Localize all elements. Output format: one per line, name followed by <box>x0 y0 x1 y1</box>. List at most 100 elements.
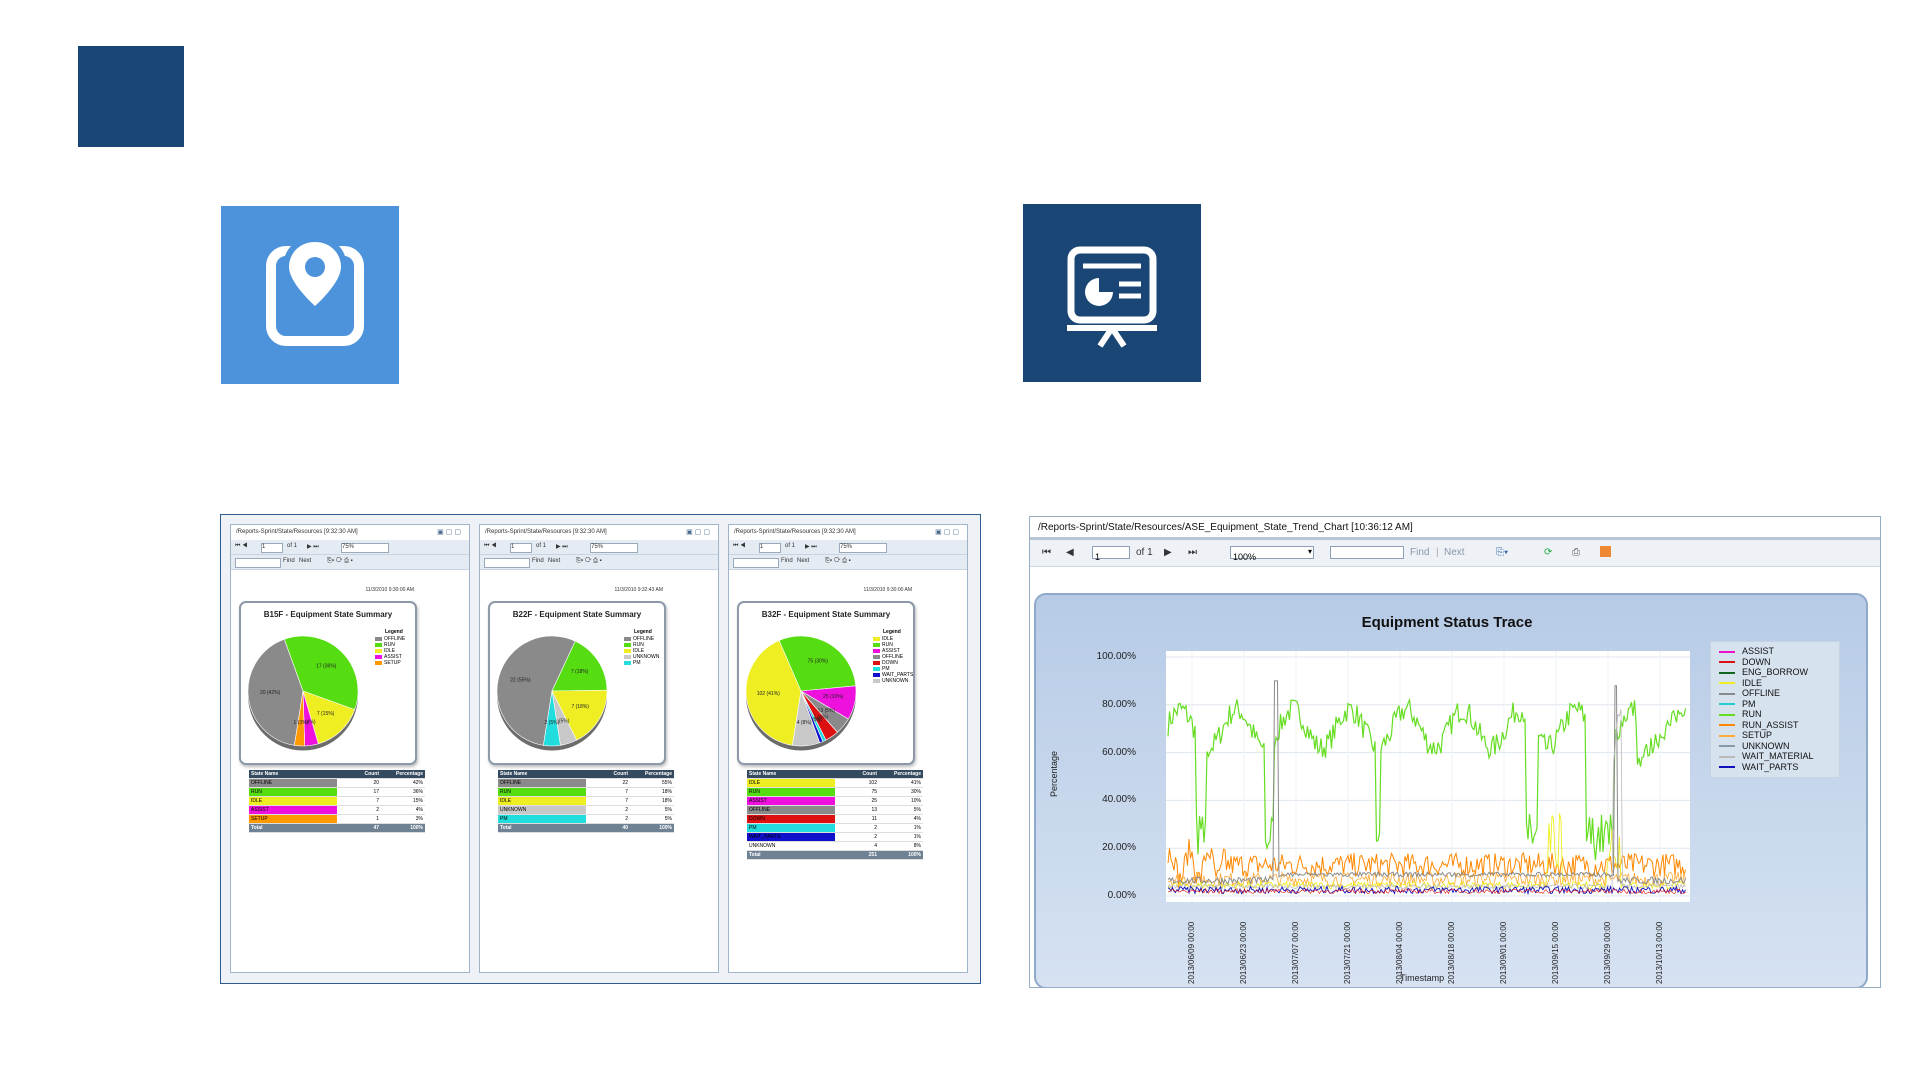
legend-swatch <box>1719 661 1735 664</box>
table-total-row: Total 251 100% <box>747 850 923 860</box>
find-input[interactable] <box>733 558 779 568</box>
next-link[interactable]: Next <box>548 558 560 564</box>
table-header-cell: State Name <box>747 770 835 779</box>
state-name-cell: PM <box>498 814 586 824</box>
legend-swatch <box>1719 766 1735 769</box>
refresh-icon[interactable]: ⟳ <box>1544 547 1552 558</box>
zoom-select[interactable]: 75% <box>341 543 389 553</box>
zoom-select[interactable]: 75% <box>590 543 638 553</box>
slice-label: 75 (30%) <box>808 659 829 665</box>
legend-item: DOWN <box>1719 657 1771 667</box>
percentage-cell: 30% <box>879 787 923 797</box>
export-print-icons[interactable]: ⎘▾ ⟳ ⎙ ▪ <box>825 558 851 565</box>
zoom-select[interactable]: 100% ▾ <box>1230 546 1314 562</box>
legend-swatch <box>1719 671 1735 674</box>
table-header-cell: Percentage <box>630 770 674 779</box>
report-panel: /Reports-Sprint/State/Resources [9:32:30… <box>728 524 968 973</box>
page-nav-icons[interactable]: ⏮ ◀ <box>235 543 247 550</box>
page-input[interactable]: 1 <box>510 543 532 553</box>
page-input[interactable]: 1 <box>759 543 781 553</box>
export-icon[interactable]: ⎘▾ <box>1496 547 1508 558</box>
first-page-icon[interactable]: ⏮ <box>1042 547 1051 558</box>
legend-swatch <box>1719 703 1735 706</box>
report-date: 11/3/2010 9:30:00 AM <box>863 587 912 593</box>
state-name-cell: IDLE <box>747 778 835 788</box>
table-row: PM 2 5% <box>498 814 674 824</box>
table-total-row: Total 40 100% <box>498 823 674 833</box>
legend-item: WAIT_PARTS <box>1719 762 1798 772</box>
page-nav-icons[interactable]: ▶ ⏭ <box>556 543 568 551</box>
page-nav-icons[interactable]: ▶ ⏭ <box>805 543 817 551</box>
export-print-icons[interactable]: ⎘▾ ⟳ ⎙ ▪ <box>327 558 353 565</box>
y-tick-label: 20.00% <box>1102 842 1136 854</box>
page-nav-icons[interactable]: ⏮ ◀ <box>484 543 496 550</box>
last-page-icon[interactable]: ⏭ <box>1188 547 1197 558</box>
table-row: ASSIST 25 10% <box>747 796 923 806</box>
total-percentage: 100% <box>381 823 425 833</box>
count-cell: 13 <box>835 805 879 815</box>
find-link[interactable]: Find <box>283 558 295 564</box>
table-header-cell: Count <box>835 770 879 779</box>
percentage-cell: 10% <box>879 796 923 806</box>
export-print-icons[interactable]: ⎘▾ ⟳ ⎙ ▪ <box>576 558 602 565</box>
next-link[interactable]: Next <box>797 558 809 564</box>
legend-item: OFFLINE <box>1719 688 1780 698</box>
feed-icon[interactable] <box>1600 546 1611 557</box>
next-link[interactable]: Next <box>1444 547 1465 558</box>
window-buttons[interactable]: ▣▢▢ <box>935 528 961 536</box>
count-cell: 22 <box>586 778 630 788</box>
report-path: /Reports-Sprint/State/Resources [9:32:30… <box>734 529 856 535</box>
corner-accent-block <box>78 46 184 147</box>
find-link[interactable]: Find <box>781 558 793 564</box>
count-cell: 4 <box>835 841 879 851</box>
page-nav-icons[interactable]: ⏮ ◀ <box>733 543 745 550</box>
report-toolbar: ⏮ ◀ 1 of 1 ▶ ⏭ 75% <box>231 540 469 555</box>
table-row: PM 2 1% <box>747 823 923 833</box>
legend-swatch <box>1719 682 1735 685</box>
table-row: UNKNOWN 2 5% <box>498 805 674 815</box>
state-name-cell: RUN <box>498 787 586 797</box>
slice-label: 1 (3%) <box>294 720 309 726</box>
pie-chart-box: B32F - Equipment State Summary Legend IDLE… <box>737 601 915 765</box>
find-link[interactable]: Find <box>532 558 544 564</box>
window-buttons[interactable]: ▣▢▢ <box>437 528 463 536</box>
percentage-cell: 42% <box>381 778 425 788</box>
zoom-select[interactable]: 75% <box>839 543 887 553</box>
report-date: 11/3/2010 9:30:00 AM <box>365 587 414 593</box>
find-input[interactable] <box>235 558 281 568</box>
total-count: 251 <box>835 850 879 860</box>
next-link[interactable]: Next <box>299 558 311 564</box>
table-header-row: State Name Count Percentage <box>498 770 674 779</box>
percentage-cell: 1% <box>879 832 923 842</box>
y-tick-label: 60.00% <box>1102 746 1136 758</box>
legend-item: RUN <box>1719 709 1762 719</box>
total-label: Total <box>249 823 337 833</box>
slice-label: 7 (18%) <box>571 704 589 710</box>
legend-swatch <box>1719 755 1735 758</box>
x-tick-label: 2013/07/21 00:00 <box>1343 921 1352 984</box>
page-input[interactable]: 1 <box>1092 546 1130 562</box>
legend-item: IDLE <box>1719 678 1762 688</box>
report-panel: /Reports-Sprint/State/Resources [9:32:30… <box>479 524 719 973</box>
count-cell: 2 <box>337 805 381 815</box>
equipment-summary-screenshot: /Reports-Sprint/State/Resources [9:32:30… <box>220 514 981 984</box>
page-nav-icons[interactable]: ▶ ⏭ <box>307 543 319 551</box>
find-link[interactable]: Find <box>1410 547 1429 558</box>
table-header-cell: Count <box>586 770 630 779</box>
slice-label: 4 (8%) <box>797 720 812 726</box>
table-row: RUN 75 30% <box>747 787 923 797</box>
find-input[interactable] <box>1330 546 1404 559</box>
report-path: /Reports-Sprint/State/Resources [9:32:30… <box>236 529 358 535</box>
percentage-cell: 3% <box>381 814 425 824</box>
page-input[interactable]: 1 <box>261 543 283 553</box>
slice-label: 20 (42%) <box>260 690 281 696</box>
find-input[interactable] <box>484 558 530 568</box>
window-buttons[interactable]: ▣▢▢ <box>686 528 712 536</box>
prev-page-icon[interactable]: ◀ <box>1066 547 1074 558</box>
slice-label: 2 (5%) <box>545 720 560 726</box>
table-header-cell: Count <box>337 770 381 779</box>
state-table: State Name Count Percentage OFFLINE 20 42% RUN… <box>249 770 425 833</box>
print-icon[interactable]: ⎙ <box>1572 547 1580 558</box>
next-page-icon[interactable]: ▶ <box>1164 547 1172 558</box>
x-tick-label: 2013/09/29 00:00 <box>1603 921 1612 984</box>
